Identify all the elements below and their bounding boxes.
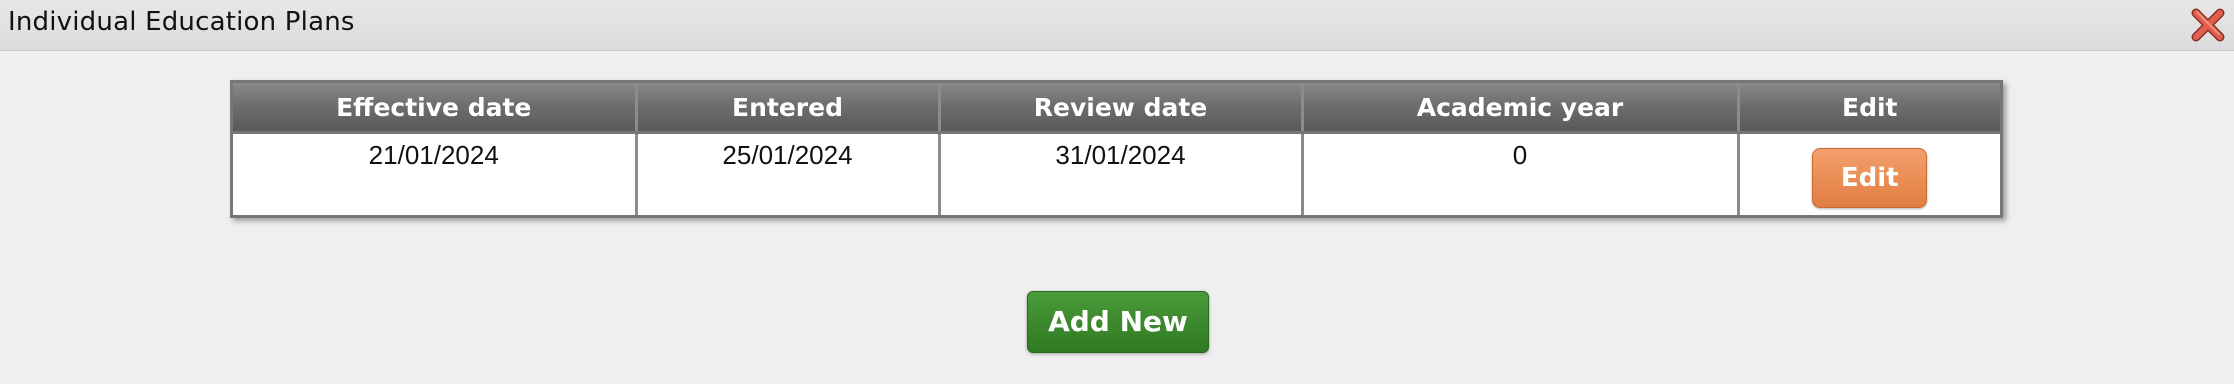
column-header-edit: Edit bbox=[1738, 83, 2000, 134]
close-button[interactable] bbox=[2188, 5, 2228, 45]
cell-academic-year: 0 bbox=[1302, 132, 1740, 215]
column-header-review-date[interactable]: Review date bbox=[939, 83, 1304, 134]
cell-edit: Edit bbox=[1738, 132, 2000, 215]
dialog-titlebar: Individual Education Plans bbox=[0, 0, 2234, 51]
cell-entered: 25/01/2024 bbox=[636, 132, 941, 215]
add-new-button[interactable]: Add New bbox=[1027, 291, 1209, 353]
column-header-entered[interactable]: Entered bbox=[636, 83, 941, 134]
edit-button[interactable]: Edit bbox=[1812, 148, 1928, 208]
table-row: 21/01/2024 25/01/2024 31/01/2024 0 Edit bbox=[233, 132, 2000, 215]
close-x-icon bbox=[2191, 8, 2225, 42]
dialog-title: Individual Education Plans bbox=[8, 7, 355, 37]
iep-table: Effective date Entered Review date Acade… bbox=[233, 83, 2000, 215]
table-header-row: Effective date Entered Review date Acade… bbox=[233, 83, 2000, 134]
column-header-effective-date[interactable]: Effective date bbox=[233, 83, 638, 134]
column-header-academic-year[interactable]: Academic year bbox=[1302, 83, 1740, 134]
cell-review-date: 31/01/2024 bbox=[939, 132, 1304, 215]
cell-effective-date: 21/01/2024 bbox=[233, 132, 638, 215]
iep-table-container: Effective date Entered Review date Acade… bbox=[230, 80, 2003, 218]
